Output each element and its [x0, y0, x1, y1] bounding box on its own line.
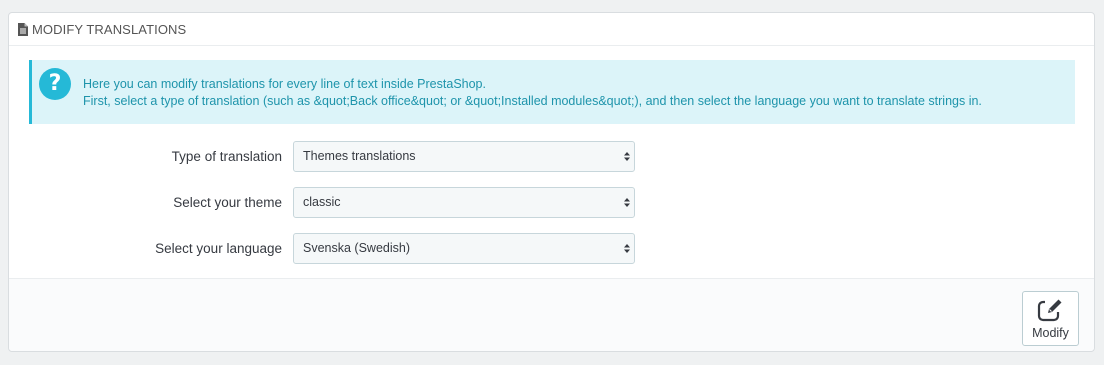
language-label: Select your language — [155, 241, 282, 256]
edit-icon — [1037, 298, 1065, 322]
select-value: Themes translations — [303, 149, 416, 163]
theme-label: Select your theme — [173, 195, 282, 210]
language-row: Select your language Svenska (Swedish) — [9, 233, 1094, 264]
question-icon: ? — [39, 68, 71, 100]
modify-button[interactable]: Modify — [1022, 291, 1079, 346]
theme-select[interactable]: classic — [293, 187, 635, 218]
type-of-translation-select[interactable]: Themes translations — [293, 141, 635, 172]
type-of-translation-label: Type of translation — [171, 149, 282, 164]
type-of-translation-row: Type of translation Themes translations — [9, 141, 1094, 172]
select-arrows-icon — [624, 242, 630, 255]
modify-button-label: Modify — [1032, 326, 1069, 340]
select-value: Svenska (Swedish) — [303, 241, 410, 255]
panel-heading: MODIFY TRANSLATIONS — [9, 13, 1094, 46]
panel-footer: Modify — [9, 278, 1094, 351]
alert-line-1: Here you can modify translations for eve… — [83, 77, 486, 91]
theme-row: Select your theme classic — [9, 187, 1094, 218]
panel-title: MODIFY TRANSLATIONS — [32, 21, 187, 37]
alert-text: Here you can modify translations for eve… — [83, 76, 982, 110]
select-arrows-icon — [624, 196, 630, 209]
document-icon — [18, 22, 28, 36]
language-select[interactable]: Svenska (Swedish) — [293, 233, 635, 264]
modify-translations-panel: MODIFY TRANSLATIONS ? Here you can modif… — [8, 12, 1095, 352]
select-value: classic — [303, 195, 341, 209]
select-arrows-icon — [624, 150, 630, 163]
alert-line-2: First, select a type of translation (suc… — [83, 94, 982, 108]
info-alert: ? Here you can modify translations for e… — [29, 60, 1075, 124]
